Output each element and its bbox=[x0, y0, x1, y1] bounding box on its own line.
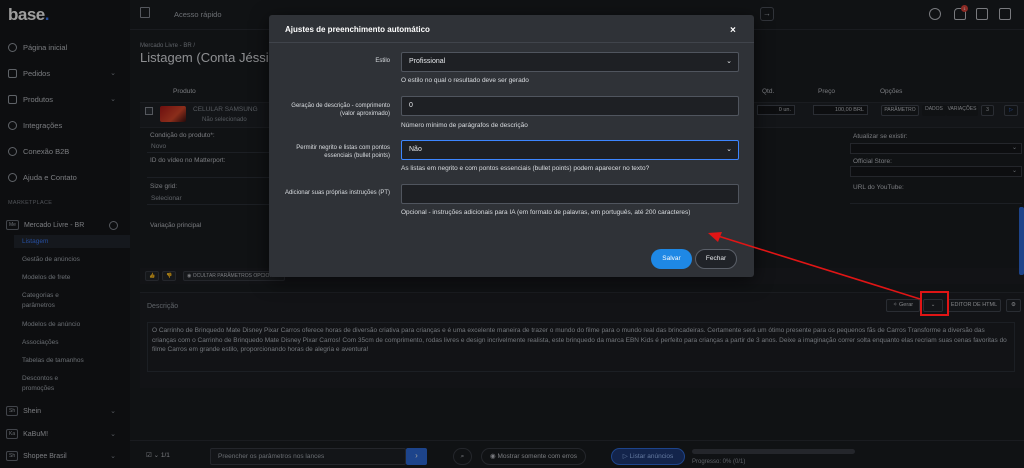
style-label: Estilo bbox=[375, 58, 390, 64]
modal-title: Ajustes de preenchimento automático bbox=[285, 25, 430, 34]
instructions-help: Opcional - instruções adicionais para IA… bbox=[401, 209, 691, 216]
bold-lists-label: Permitir negrito e listas com pontos ess… bbox=[296, 145, 390, 159]
close-button[interactable]: Fechar bbox=[695, 249, 737, 269]
style-select[interactable]: Profissional ⌄ bbox=[401, 52, 739, 72]
annotation-highlight-box bbox=[920, 291, 949, 316]
instructions-input[interactable] bbox=[401, 184, 739, 204]
style-help: O estilo no qual o resultado deve ser ge… bbox=[401, 77, 529, 84]
length-help: Número mínimo de parágrafos de descrição bbox=[401, 122, 528, 129]
chevron-down-icon: ⌄ bbox=[726, 146, 732, 153]
instructions-label: Adicionar suas próprias instruções (PT) bbox=[284, 190, 390, 196]
bold-lists-select[interactable]: Não ⌄ bbox=[401, 140, 739, 160]
modal-divider bbox=[269, 42, 754, 43]
close-icon[interactable]: × bbox=[730, 25, 736, 36]
save-button[interactable]: Salvar bbox=[651, 249, 692, 269]
bold-lists-help: As listas em negrito e com pontos essenc… bbox=[401, 165, 650, 172]
bold-lists-value: Não bbox=[409, 146, 422, 153]
style-value: Profissional bbox=[409, 58, 446, 65]
chevron-down-icon: ⌄ bbox=[726, 58, 732, 65]
length-label: Geração de descrição - comprimento (valo… bbox=[291, 103, 390, 117]
length-input[interactable]: 0 bbox=[401, 96, 739, 116]
